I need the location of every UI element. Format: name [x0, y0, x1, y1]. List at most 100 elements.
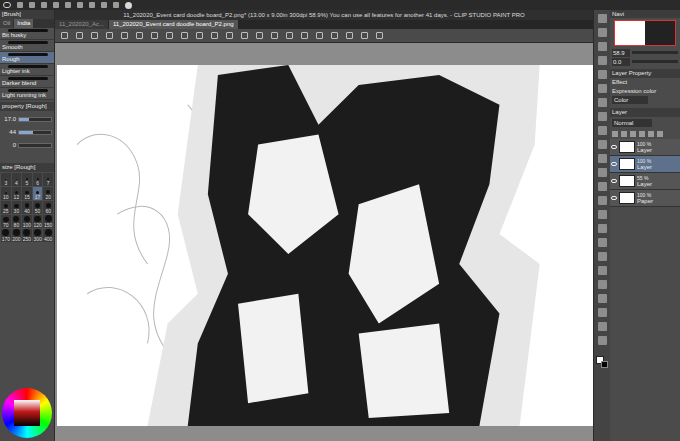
tool-icon[interactable] — [598, 140, 607, 149]
eye-icon[interactable] — [611, 145, 617, 149]
command-icon[interactable] — [61, 32, 68, 39]
eye-icon[interactable] — [611, 196, 617, 200]
command-icon[interactable] — [211, 32, 218, 39]
layer-name[interactable]: Layer — [637, 147, 652, 154]
layer-tool-icon[interactable] — [648, 131, 654, 137]
layer-tool-icon[interactable] — [639, 131, 645, 137]
size-cell[interactable]: 6 — [33, 173, 43, 186]
color-swatches[interactable] — [596, 356, 608, 368]
eye-icon[interactable] — [611, 179, 617, 183]
canvas[interactable] — [57, 65, 593, 426]
tool-icon[interactable] — [598, 196, 607, 205]
size-label[interactable]: 150 — [44, 222, 52, 228]
command-icon[interactable] — [166, 32, 173, 39]
layer-tool-icon[interactable] — [621, 131, 627, 137]
size-label[interactable]: 30 — [14, 208, 20, 214]
brush-name[interactable]: Rough — [2, 56, 52, 63]
tool-icon[interactable] — [598, 308, 607, 317]
menu-icon[interactable] — [65, 2, 71, 8]
command-icon[interactable] — [121, 32, 128, 39]
size-label[interactable]: 300 — [33, 236, 41, 242]
command-icon[interactable] — [286, 32, 293, 39]
color-wheel[interactable] — [2, 388, 52, 438]
tool-icon[interactable] — [598, 154, 607, 163]
sub-color[interactable] — [601, 361, 608, 368]
tool-icon[interactable] — [598, 14, 607, 23]
size-cell[interactable]: 3 — [1, 173, 11, 186]
size-cell[interactable]: 70 — [1, 215, 11, 228]
tool-icon[interactable] — [598, 42, 607, 51]
brush-name[interactable]: Darker blend — [2, 80, 52, 87]
document-tab[interactable]: 11_202020_Ac... — [55, 20, 108, 29]
menu-icon[interactable] — [17, 2, 23, 8]
menu-icon[interactable] — [113, 2, 119, 8]
slider-reading[interactable]: 0 — [2, 141, 16, 149]
tool-icon[interactable] — [598, 182, 607, 191]
tool-icon[interactable] — [598, 168, 607, 177]
tool-icon[interactable] — [598, 210, 607, 219]
command-icon[interactable] — [151, 32, 158, 39]
brush-name[interactable]: Bit husky — [2, 32, 52, 39]
layer-tool-icon[interactable] — [612, 131, 618, 137]
command-icon[interactable] — [196, 32, 203, 39]
command-icon[interactable] — [136, 32, 143, 39]
command-icon[interactable] — [271, 32, 278, 39]
size-label[interactable]: 250 — [23, 236, 31, 242]
command-icon[interactable] — [361, 32, 368, 39]
navigator-slider[interactable] — [632, 60, 678, 63]
command-icon[interactable] — [91, 32, 98, 39]
navigator-value[interactable]: 0.0 — [612, 58, 630, 66]
size-label[interactable]: 400 — [44, 236, 52, 242]
menu-icon[interactable] — [29, 2, 35, 8]
layer-row[interactable]: 100 %Layer — [610, 139, 680, 156]
menu-icon[interactable] — [41, 2, 47, 8]
size-label[interactable]: 10 — [3, 194, 9, 200]
layer-name[interactable]: Layer — [637, 164, 652, 171]
command-icon[interactable] — [346, 32, 353, 39]
size-label[interactable]: 17 — [35, 194, 41, 200]
menu-icon[interactable] — [101, 2, 107, 8]
tool-icon[interactable] — [598, 322, 607, 331]
size-cell[interactable]: 300 — [33, 229, 43, 242]
layer-row[interactable]: 100 %Layer — [610, 156, 680, 173]
expression-color[interactable]: Color — [612, 96, 648, 104]
eye-icon[interactable] — [3, 2, 11, 8]
size-cell[interactable]: 170 — [1, 229, 11, 242]
size-cell[interactable]: 17 — [33, 187, 43, 200]
layer-row[interactable]: 100 %Paper — [610, 190, 680, 207]
size-cell[interactable]: 15 — [22, 187, 32, 200]
command-icon[interactable] — [76, 32, 83, 39]
brush-item[interactable]: Rough — [0, 52, 54, 64]
command-icon[interactable] — [181, 32, 188, 39]
tool-icon[interactable] — [598, 280, 607, 289]
tool-icon[interactable] — [598, 294, 607, 303]
slider-track[interactable] — [18, 130, 52, 135]
size-cell[interactable]: 120 — [33, 215, 43, 228]
command-icon[interactable] — [226, 32, 233, 39]
brush-name[interactable]: Smooth — [2, 44, 52, 51]
brush-item[interactable]: Light running ink — [0, 88, 54, 100]
size-label[interactable]: 25 — [3, 208, 9, 214]
tool-icon[interactable] — [598, 126, 607, 135]
size-cell[interactable]: 60 — [43, 201, 53, 214]
layer-tool-icon[interactable] — [630, 131, 636, 137]
size-cell[interactable]: 400 — [43, 229, 53, 242]
size-label[interactable]: 120 — [33, 222, 41, 228]
brush-item[interactable]: Bit husky — [0, 28, 54, 40]
brush-item[interactable]: Darker blend — [0, 76, 54, 88]
size-label[interactable]: 70 — [3, 222, 9, 228]
tool-icon[interactable] — [598, 56, 607, 65]
size-cell[interactable]: 50 — [33, 201, 43, 214]
navigator-slider[interactable] — [632, 51, 678, 54]
sub-tool-tab[interactable]: Oil — [0, 19, 13, 28]
blend-mode[interactable]: Normal — [612, 119, 652, 127]
command-icon[interactable] — [106, 32, 113, 39]
size-cell[interactable]: 80 — [12, 215, 22, 228]
tool-icon[interactable] — [598, 112, 607, 121]
tool-icon[interactable] — [598, 252, 607, 261]
layer-name[interactable]: Layer — [637, 181, 652, 188]
size-cell[interactable]: 100 — [22, 215, 32, 228]
size-label[interactable]: 40 — [24, 208, 30, 214]
help-icon[interactable] — [125, 2, 132, 9]
size-cell[interactable]: 4 — [12, 173, 22, 186]
